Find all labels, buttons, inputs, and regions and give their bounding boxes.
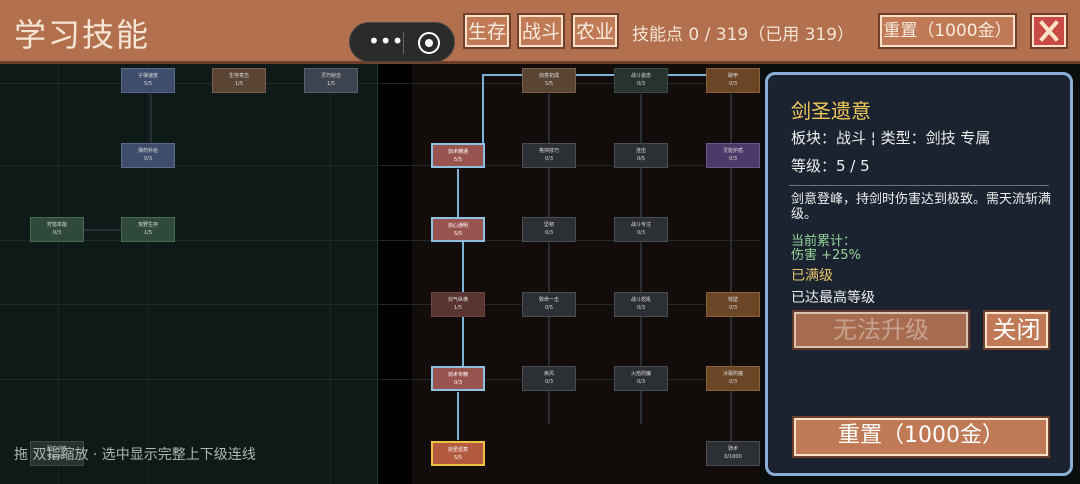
tab-survival[interactable]: 生存 — [465, 15, 509, 47]
skill-title: 剑圣遗意 — [791, 99, 871, 123]
skill-node[interactable]: 战斗专注 0/3 — [614, 217, 668, 242]
skill-node[interactable]: 弹药补给 0/3 — [121, 143, 175, 168]
grid-line — [148, 64, 149, 484]
skill-node[interactable]: 灵巧射击 1/5 — [304, 68, 358, 93]
skill-level: 等级：5 / 5 — [791, 157, 870, 175]
skill-tree-canvas[interactable]: 子弹速度 5/5 生存意志 1/5 灵巧射击 1/5 弹药补给 0/3 狩猎本能 0/3 … — [0, 64, 760, 484]
skill-node[interactable]: 火焰附魔 0/3 — [614, 366, 668, 391]
capsule-divider — [403, 32, 404, 54]
skill-node[interactable]: 战斗怒吼 0/3 — [614, 292, 668, 317]
top-bar: 学习技能 ••• 生存 战斗 农业 技能点 0 / 319（已用 319） 重置… — [0, 0, 1080, 64]
skill-node[interactable]: 战斗姿态 0/3 — [614, 68, 668, 93]
skill-node[interactable]: 骑术 0/1000 — [706, 441, 760, 466]
survival-column — [0, 64, 378, 484]
header-reset-button[interactable]: 重置（1000金） — [880, 15, 1015, 47]
grid-line — [330, 64, 331, 484]
skill-node-selected-path[interactable]: 剑心通明 5/5 — [431, 217, 485, 242]
skill-detail-panel: 剑圣遗意 板块：战斗 ¦ 类型：剑技 专属 等级：5 / 5 剑意登峰，持剑时伤… — [765, 72, 1073, 476]
maxed-text: 已达最高等级 — [791, 290, 875, 306]
current-total-value: 伤害 +25% — [791, 248, 861, 263]
panel-reset-button[interactable]: 重置（1000金） — [794, 418, 1048, 456]
panel-close-button[interactable]: 关闭 — [985, 312, 1048, 348]
skill-node[interactable]: 狩猎本能 0/3 — [30, 217, 84, 242]
skill-node[interactable]: 冰霜附魔 0/3 — [706, 366, 760, 391]
skill-node[interactable]: 剑意初成 5/5 — [522, 68, 576, 93]
maxed-label: 已满级 — [791, 268, 833, 284]
panel-divider — [789, 185, 1049, 186]
skill-node-selected[interactable]: 剑圣遗意 5/5 — [431, 441, 485, 466]
mini-program-capsule: ••• — [349, 22, 455, 62]
skill-node[interactable]: 致命一击 0/5 — [522, 292, 576, 317]
column-divider — [377, 64, 378, 484]
close-button[interactable] — [1032, 15, 1066, 47]
skill-node[interactable]: 生存意志 1/5 — [212, 68, 266, 93]
tab-farming[interactable]: 农业 — [573, 15, 617, 47]
column-gap — [378, 64, 412, 484]
tab-combat[interactable]: 战斗 — [519, 15, 563, 47]
skill-node[interactable]: 连击 0/5 — [614, 143, 668, 168]
skill-node[interactable]: 铁壁 0/3 — [706, 292, 760, 317]
skill-node[interactable]: 子弹速度 5/5 — [121, 68, 175, 93]
highlight-connector — [482, 74, 484, 144]
upgrade-button-disabled[interactable]: 无法升级 — [794, 312, 968, 348]
more-dots-icon[interactable]: ••• — [368, 29, 403, 53]
skill-category: 板块：战斗 ¦ 类型：剑技 专属 — [791, 129, 991, 147]
skill-node[interactable]: 坚韧 0/3 — [522, 217, 576, 242]
skill-node-selected-path[interactable]: 剑术精通 5/5 — [431, 143, 485, 168]
target-icon[interactable] — [418, 32, 440, 54]
page-title: 学习技能 — [14, 16, 151, 54]
grid-line — [58, 64, 59, 484]
skill-node[interactable]: 剑气纵横 1/5 — [431, 292, 485, 317]
connector-line — [150, 94, 152, 144]
skill-points-label: 技能点 0 / 319（已用 319） — [632, 25, 855, 45]
gesture-hint: 拖 双指缩放 · 选中显示完整上下级连线 — [14, 447, 256, 463]
skill-node[interactable]: 灵能护盾 0/3 — [706, 143, 760, 168]
skill-node[interactable]: 疾风 0/3 — [522, 366, 576, 391]
skill-node-selected-path[interactable]: 剑术专精 0/3 — [431, 366, 485, 391]
skill-node[interactable]: 破甲 0/3 — [706, 68, 760, 93]
close-x-icon — [1039, 20, 1059, 42]
combat-column — [412, 64, 760, 484]
skill-description: 剑意登峰，持剑时伤害达到极致。需天流斩满级。 — [791, 192, 1052, 222]
skill-node[interactable]: 格挡技巧 0/3 — [522, 143, 576, 168]
highlight-connector — [457, 169, 459, 217]
highlight-connector — [457, 392, 459, 440]
highlight-connector — [482, 74, 707, 76]
skill-node[interactable]: 荒野生存 1/5 — [121, 217, 175, 242]
